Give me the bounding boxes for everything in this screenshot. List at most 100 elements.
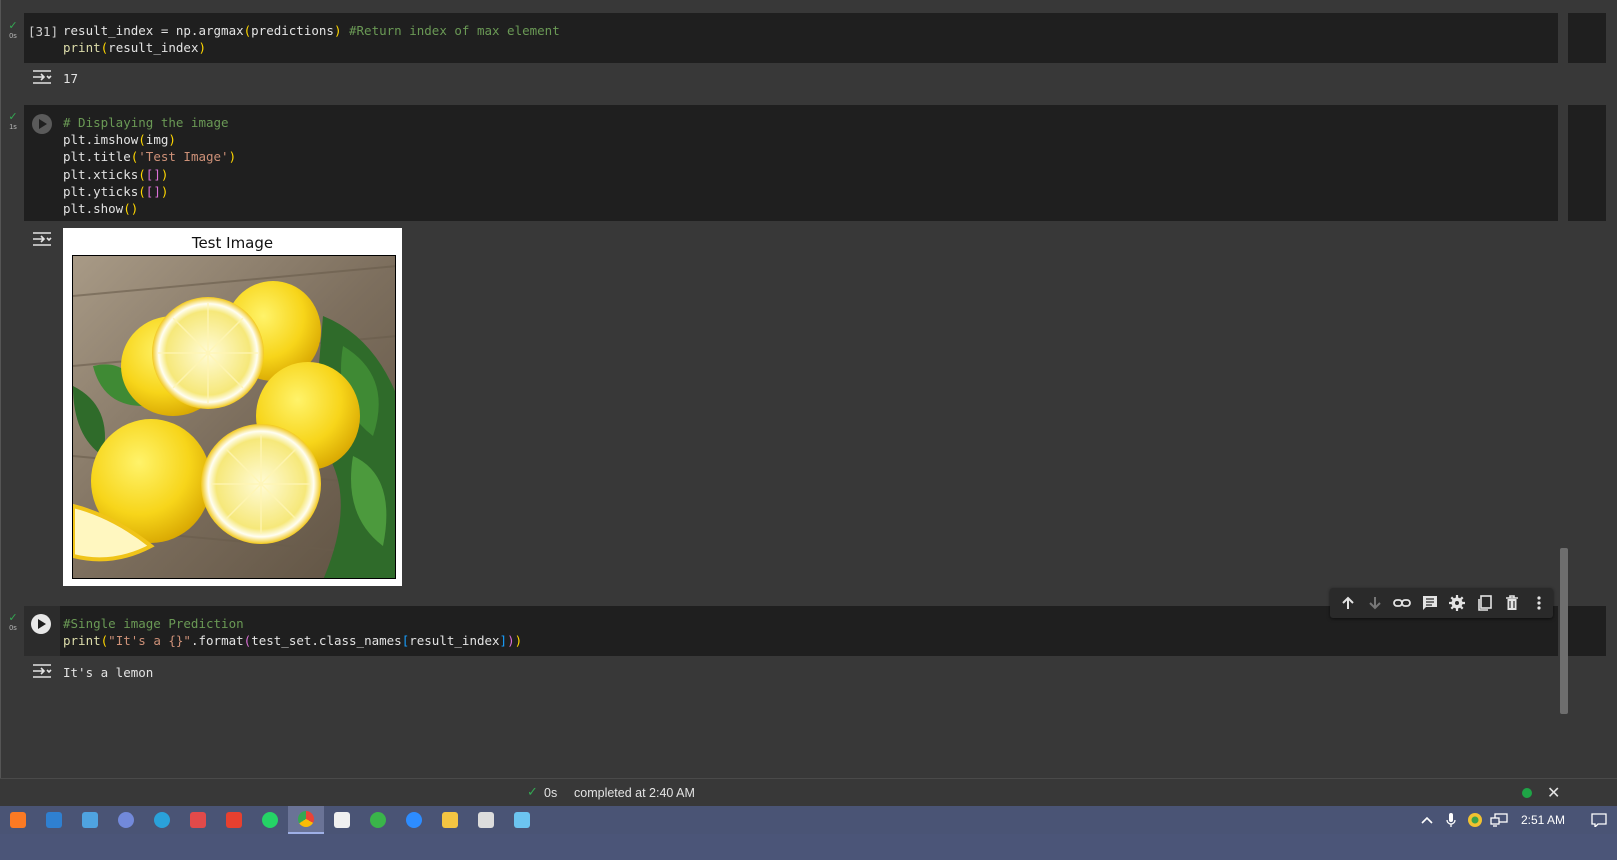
notifications-button[interactable] bbox=[1581, 806, 1617, 834]
code-token: [] bbox=[145, 166, 161, 182]
system-tray: 2:51 AM bbox=[1415, 806, 1617, 834]
cell-duration: 1s bbox=[9, 124, 17, 131]
cell-output: It's a lemon bbox=[24, 656, 1606, 690]
code-token: ( bbox=[138, 132, 146, 148]
taskbar-app-button[interactable] bbox=[288, 806, 324, 834]
play-icon bbox=[38, 619, 46, 629]
app-grid-icon bbox=[82, 812, 98, 828]
zoom-icon bbox=[406, 812, 422, 828]
delete-cell-button[interactable] bbox=[1498, 589, 1525, 617]
code-string: "It's a {}" bbox=[108, 633, 191, 649]
taskbar-app-button[interactable] bbox=[396, 806, 432, 834]
code-comment: #Single image Prediction bbox=[63, 616, 244, 631]
lemon-image bbox=[72, 255, 396, 579]
notebook-top-edge bbox=[1, 0, 1617, 13]
cell-toolbar bbox=[1330, 588, 1553, 618]
mirror-cell-button[interactable] bbox=[1471, 589, 1498, 617]
more-actions-button[interactable] bbox=[1526, 589, 1553, 617]
code-cell-1[interactable]: ✓ 0s [31] result_index = np.argmax(predi… bbox=[1, 13, 1606, 97]
code-text[interactable]: # Displaying the image plt.imshow(img) p… bbox=[63, 114, 236, 217]
code-token: result_index bbox=[409, 633, 500, 649]
add-comment-button[interactable] bbox=[1416, 589, 1443, 617]
taskbar-app-button[interactable] bbox=[0, 806, 36, 834]
comment-icon bbox=[1422, 596, 1437, 610]
microphone-button[interactable] bbox=[1439, 806, 1463, 834]
terminal-icon bbox=[478, 812, 494, 828]
cell-duration: 0s bbox=[9, 33, 17, 40]
code-token: .format bbox=[190, 633, 244, 649]
taskbar-app-button[interactable] bbox=[108, 806, 144, 834]
code-text[interactable]: result_index = np.argmax(predictions) #R… bbox=[63, 22, 560, 56]
more-vert-icon bbox=[1537, 596, 1541, 610]
taskbar-app-button[interactable] bbox=[432, 806, 468, 834]
taskbar-app-button[interactable] bbox=[72, 806, 108, 834]
move-down-button[interactable] bbox=[1361, 589, 1388, 617]
check-icon: ✓ bbox=[527, 784, 538, 799]
play-icon bbox=[39, 119, 47, 129]
taskbar-bottom bbox=[0, 834, 1617, 860]
notion-icon bbox=[334, 812, 350, 828]
cell-status: ✓ 0s bbox=[5, 21, 21, 41]
taskbar-app-button[interactable] bbox=[252, 806, 288, 834]
code-comment: # Displaying the image bbox=[63, 115, 229, 130]
clock[interactable]: 2:51 AM bbox=[1521, 813, 1565, 827]
taskbar-app-button[interactable] bbox=[144, 806, 180, 834]
whatsapp-icon bbox=[262, 812, 278, 828]
taskbar-app-button[interactable] bbox=[36, 806, 72, 834]
code-cell-3[interactable]: ✓ 0s #Single image Prediction print("It'… bbox=[1, 606, 1606, 690]
code-token: img bbox=[145, 132, 169, 148]
network-icon bbox=[1490, 813, 1508, 827]
refresh-app-icon bbox=[370, 812, 386, 828]
close-icon[interactable]: ✕ bbox=[1547, 783, 1560, 803]
mirror-cell-icon bbox=[1477, 595, 1492, 611]
code-token: ( bbox=[138, 183, 146, 199]
windows-taskbar: 2:51 AM bbox=[0, 806, 1617, 860]
code-token: predictions bbox=[251, 23, 334, 38]
output-text: It's a lemon bbox=[63, 665, 154, 680]
cell-status: ✓ 0s bbox=[5, 613, 21, 633]
tray-app-button[interactable] bbox=[1463, 806, 1487, 834]
run-cell-button[interactable] bbox=[32, 114, 52, 134]
code-token: print bbox=[63, 633, 101, 649]
output-actions-icon[interactable] bbox=[32, 663, 52, 679]
code-token: result_index bbox=[108, 40, 199, 56]
link-icon bbox=[1393, 599, 1412, 607]
code-token: result_index = np.argmax bbox=[63, 23, 244, 38]
network-button[interactable] bbox=[1487, 806, 1511, 834]
code-editor[interactable]: # Displaying the image plt.imshow(img) p… bbox=[24, 105, 1606, 221]
scrollbar-thumb[interactable] bbox=[1560, 548, 1568, 714]
code-token: ( bbox=[138, 166, 146, 182]
cell-settings-button[interactable] bbox=[1444, 589, 1471, 617]
output-actions-icon[interactable] bbox=[32, 69, 52, 85]
chevron-up-icon bbox=[1421, 816, 1433, 824]
code-token: ) bbox=[228, 149, 237, 165]
code-string: 'Test Image' bbox=[138, 149, 229, 165]
taskbar-app-button[interactable] bbox=[504, 806, 540, 834]
taskbar-app-button[interactable] bbox=[216, 806, 252, 834]
arrow-up-icon bbox=[1341, 596, 1354, 609]
code-token: plt.show bbox=[63, 201, 124, 217]
code-token: ) bbox=[168, 132, 176, 148]
taskbar-app-button[interactable] bbox=[324, 806, 360, 834]
taskbar-app-button[interactable] bbox=[468, 806, 504, 834]
microphone-icon bbox=[1446, 813, 1456, 827]
code-token: print bbox=[63, 40, 101, 56]
show-hidden-icons-button[interactable] bbox=[1415, 806, 1439, 834]
trash-icon bbox=[1505, 595, 1518, 610]
status-bar: ✓ 0s completed at 2:40 AM ✕ bbox=[0, 778, 1617, 806]
copy-link-button[interactable] bbox=[1389, 589, 1416, 617]
chrome-icon bbox=[298, 811, 314, 827]
run-cell-button[interactable] bbox=[31, 614, 51, 634]
code-editor[interactable]: [31] result_index = np.argmax(prediction… bbox=[24, 13, 1606, 63]
taskbar-app-button[interactable] bbox=[360, 806, 396, 834]
tray-app-icon bbox=[1467, 813, 1482, 827]
output-actions-icon[interactable] bbox=[32, 231, 52, 247]
code-text[interactable]: #Single image Prediction print("It's a {… bbox=[63, 615, 522, 649]
connection-status-icon[interactable] bbox=[1522, 788, 1532, 798]
vscode-icon bbox=[46, 812, 62, 828]
code-token: ) bbox=[160, 183, 169, 199]
taskbar-app-button[interactable] bbox=[180, 806, 216, 834]
lemon-photo bbox=[73, 256, 395, 578]
move-up-button[interactable] bbox=[1334, 589, 1361, 617]
status-completed-text[interactable]: completed at 2:40 AM bbox=[574, 786, 695, 800]
